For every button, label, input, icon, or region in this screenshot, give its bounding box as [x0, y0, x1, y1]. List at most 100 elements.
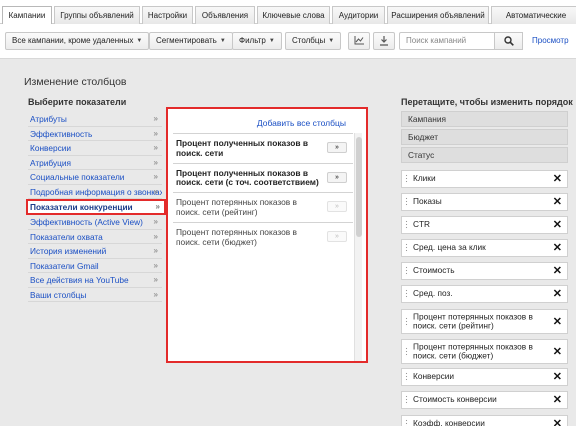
search-input[interactable]: Поиск кампаний	[399, 32, 495, 50]
selected-column-label: Процент потерянных показов в поиск. сети…	[413, 340, 533, 361]
selected-column-item[interactable]: Показы ✕	[401, 193, 568, 211]
drag-handle-icon[interactable]	[405, 174, 408, 184]
drag-handle-icon[interactable]	[405, 220, 408, 230]
caret-down-icon: ▼	[219, 38, 226, 44]
selected-column-item[interactable]: Коэфф. конверсии ✕	[401, 415, 568, 426]
drag-handle-icon[interactable]	[405, 395, 408, 405]
metric-category-label: Подробная информация о звонках	[30, 186, 162, 197]
metric-category-item[interactable]: Ваши столбцы »	[28, 288, 162, 302]
selected-column-item[interactable]: Сред. поз. ✕	[401, 285, 568, 303]
metric-category-item[interactable]: Атрибуция »	[28, 156, 162, 170]
metric-category-item[interactable]: Социальные показатели »	[28, 170, 162, 185]
remove-column-icon[interactable]: ✕	[553, 316, 562, 328]
chevron-right-icon: »	[153, 217, 158, 226]
metric-category-item[interactable]: Показатели конкуренции »	[26, 199, 166, 215]
drag-handle-icon[interactable]	[405, 419, 408, 426]
toolbar: Все кампании, кроме удаленных ▼ Сегментир…	[0, 24, 576, 58]
segment-dropdown[interactable]: Сегментировать ▼	[149, 32, 233, 50]
metric-label: Процент полученных показов в поиск. сети	[176, 138, 308, 158]
metric-category-item[interactable]: История изменений »	[28, 244, 162, 259]
drag-handle-icon[interactable]	[405, 372, 408, 382]
caret-down-icon: ▼	[328, 38, 335, 44]
metric-category-label: Показатели конкуренции	[30, 202, 133, 212]
chevron-right-icon: »	[153, 172, 158, 181]
metric-category-label: Атрибуция	[30, 157, 71, 168]
segment-label: Сегментировать	[156, 36, 217, 45]
selected-column-item[interactable]: Конверсии ✕	[401, 368, 568, 386]
selected-column-item[interactable]: Процент потерянных показов в поиск. сети…	[401, 339, 568, 364]
remove-column-icon[interactable]: ✕	[553, 288, 562, 300]
metric-category-item[interactable]: Конверсии »	[28, 141, 162, 156]
download-button[interactable]	[373, 32, 395, 50]
add-metric-button[interactable]: »	[327, 142, 347, 154]
remove-column-icon[interactable]: ✕	[553, 173, 562, 185]
search-button[interactable]	[495, 32, 523, 50]
fixed-column-item: Кампания	[401, 111, 568, 127]
drag-handle-icon[interactable]	[405, 346, 408, 357]
remove-column-icon[interactable]: ✕	[553, 346, 562, 358]
drag-handle-icon[interactable]	[405, 197, 408, 207]
selected-column-item[interactable]: CTR ✕	[401, 216, 568, 234]
columns-label: Столбцы	[292, 36, 326, 45]
remove-column-icon[interactable]: ✕	[553, 265, 562, 277]
selected-column-label: Процент потерянных показов в поиск. сети…	[413, 310, 533, 331]
metric-category-item[interactable]: Показатели охвата »	[28, 230, 162, 244]
add-metric-button[interactable]: »	[327, 171, 347, 183]
selected-column-label: Стоимость	[413, 265, 455, 276]
metric-category-item[interactable]: Эффективность »	[28, 127, 162, 141]
metric-item: Процент полученных показов в поиск. сети…	[173, 133, 353, 163]
tab-campaigns[interactable]: Кампании	[2, 6, 52, 25]
selected-column-item[interactable]: Сред. цена за клик ✕	[401, 239, 568, 257]
metric-category-label: Конверсии	[30, 143, 71, 153]
campaign-filter-label: Все кампании, кроме удаленных	[12, 36, 134, 45]
selected-column-item[interactable]: Процент потерянных показов в поиск. сети…	[401, 309, 568, 334]
selected-column-label: Стоимость конверсии	[413, 394, 497, 405]
selected-column-item[interactable]: Стоимость конверсии ✕	[401, 391, 568, 409]
tab-ad-groups[interactable]: Группы объявлений	[54, 6, 140, 24]
tab-audiences[interactable]: Аудитории	[332, 6, 385, 24]
caret-down-icon: ▼	[136, 38, 143, 44]
metric-category-item[interactable]: Атрибуты »	[28, 112, 162, 127]
drag-handle-icon[interactable]	[405, 316, 408, 327]
drag-handle-icon[interactable]	[405, 243, 408, 253]
selected-column-label: Конверсии	[413, 371, 454, 382]
selected-column-item[interactable]: Стоимость ✕	[401, 262, 568, 280]
add-all-columns-link[interactable]: Добавить все столбцы	[257, 118, 346, 128]
metric-category-item[interactable]: Все действия на YouTube »	[28, 273, 162, 288]
selected-column-item[interactable]: Клики ✕	[401, 170, 568, 188]
tab-ads[interactable]: Объявления	[195, 6, 255, 24]
filter-dropdown[interactable]: Фильтр ▼	[232, 32, 282, 50]
remove-column-icon[interactable]: ✕	[553, 371, 562, 383]
metrics-scrollbar[interactable]	[354, 133, 362, 361]
chevron-right-icon: »	[153, 275, 158, 284]
drag-handle-icon[interactable]	[405, 289, 408, 299]
chart-button[interactable]	[348, 32, 370, 50]
metric-category-item[interactable]: Эффективность (Active View) »	[28, 215, 162, 230]
remove-column-icon[interactable]: ✕	[553, 242, 562, 254]
metric-label: Процент полученных показов в поиск. сети…	[176, 167, 319, 188]
view-link[interactable]: Просмотр	[532, 36, 569, 45]
metric-item: Процент потерянных показов в поиск. сети…	[173, 192, 353, 222]
tab-settings[interactable]: Настройки	[142, 6, 193, 24]
remove-column-icon[interactable]: ✕	[553, 196, 562, 208]
scrollbar-thumb[interactable]	[356, 137, 362, 237]
columns-dropdown[interactable]: Столбцы ▼	[285, 32, 342, 50]
selected-column-label: Сред. цена за клик	[413, 242, 486, 253]
metric-category-item[interactable]: Показатели Gmail »	[28, 259, 162, 273]
filter-label: Фильтр	[239, 36, 266, 45]
tab-keywords[interactable]: Ключевые слова	[257, 6, 330, 24]
tab-automatic[interactable]: Автоматические	[491, 6, 576, 24]
tab-ad-extensions[interactable]: Расширения объявлений	[387, 6, 489, 24]
remove-column-icon[interactable]: ✕	[553, 219, 562, 231]
selected-column-label: Сред. поз.	[413, 288, 453, 299]
fixed-column-item: Статус	[401, 147, 568, 163]
metric-category-item[interactable]: Подробная информация о звонках»	[28, 185, 162, 199]
chevron-right-icon: »	[153, 157, 158, 167]
chevron-right-icon: »	[153, 246, 158, 255]
metric-categories-heading: Выберите показатели	[28, 97, 127, 107]
remove-column-icon[interactable]: ✕	[553, 418, 562, 426]
metric-item: Процент потерянных показов в поиск. сети…	[173, 221, 353, 252]
remove-column-icon[interactable]: ✕	[553, 394, 562, 406]
drag-handle-icon[interactable]	[405, 266, 408, 276]
campaign-filter-dropdown[interactable]: Все кампании, кроме удаленных ▼	[5, 32, 150, 50]
